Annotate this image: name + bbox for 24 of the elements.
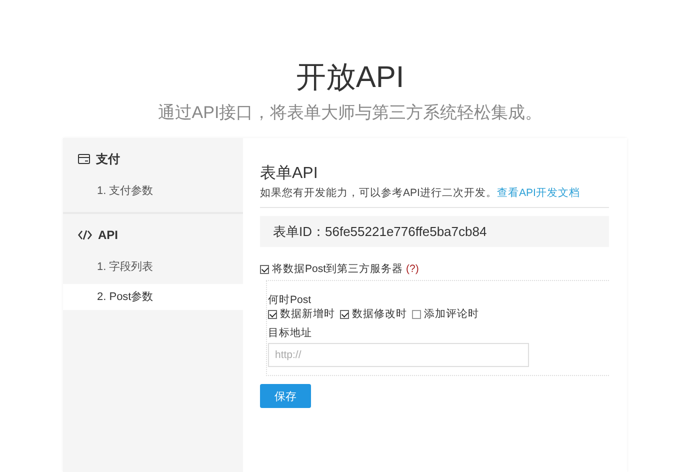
checkbox-label: 将数据Post到第三方服务器 <box>272 262 404 276</box>
url-input-field[interactable]: http:// <box>268 343 529 367</box>
field-label: 目标地址 <box>268 326 313 340</box>
page-title: 开放API <box>294 60 406 96</box>
checkbox-label: 数据新增时 <box>280 307 335 322</box>
sidebar-item[interactable]: 1. 字段列表 <box>63 254 243 280</box>
checkbox[interactable] <box>340 310 349 319</box>
help-link[interactable]: (?) <box>406 263 419 275</box>
field-label: 何时Post <box>268 293 312 307</box>
description-text: 如果您有开发能力，可以参考API进行二次开发。 <box>260 187 497 199</box>
sidebar-item[interactable]: 1. 支付参数 <box>63 178 243 204</box>
checkbox-label: 添加评论时 <box>424 307 479 322</box>
sidebar-heading: 支付 <box>96 150 120 168</box>
checkbox-label: 数据修改时 <box>352 307 407 322</box>
sidebar-item[interactable]: 2. Post参数 <box>63 284 243 310</box>
checkbox[interactable] <box>412 310 421 319</box>
checkbox[interactable] <box>268 310 277 319</box>
code-icon <box>78 230 92 240</box>
card-icon <box>78 154 90 164</box>
form-id-panel: 表单ID：56fe55221e776ffe5ba7cb84 <box>260 216 609 247</box>
sidebar-heading: API <box>98 228 118 242</box>
section-title: 表单API <box>260 164 319 184</box>
page-subtitle: 通过API接口，将表单大师与第三方系统轻松集成。 <box>156 102 544 124</box>
checkbox[interactable] <box>260 264 269 274</box>
